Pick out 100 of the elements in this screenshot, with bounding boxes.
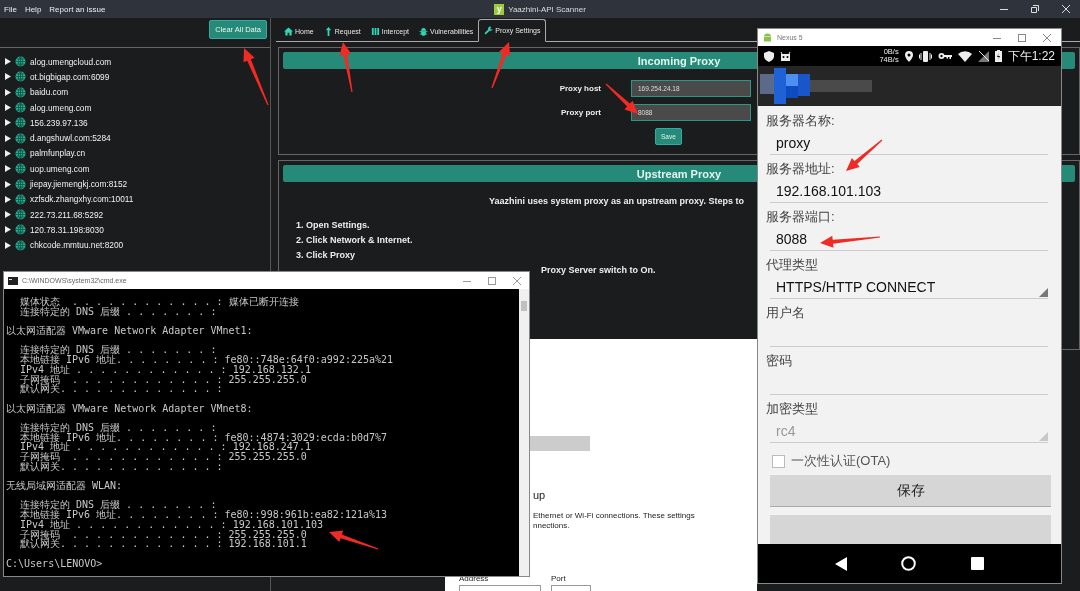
globe-icon — [15, 163, 26, 175]
dropdown[interactable]: HTTPS/HTTP CONNECT — [770, 277, 1048, 299]
setting-bar — [530, 436, 590, 451]
host-tree-item[interactable]: xzfsdk.zhangxhy.com:10011 — [30, 194, 134, 205]
menu-item[interactable]: Report an issue — [49, 4, 106, 14]
terminal-line: IPv4 地址 . . . . . . . . . . . . : 192.168.132.1 — [19, 364, 311, 375]
host-tree-item[interactable]: chkcode.mmtuu.net:8200 — [30, 240, 124, 251]
field-label: 代理类型 — [766, 256, 819, 273]
expand-toggle-icon[interactable] — [5, 195, 11, 203]
location-icon — [904, 50, 913, 62]
terminal-line: IPv4 地址 . . . . . . . . . . . . : 192.168.247.1 — [19, 442, 311, 452]
step-text: Proxy Server switch to On. — [541, 265, 656, 277]
terminal-icon — [8, 276, 18, 285]
robot-icon — [780, 51, 791, 61]
bug-icon — [419, 26, 428, 36]
expand-toggle-icon[interactable] — [5, 241, 11, 249]
dropdown-corner-icon — [1039, 432, 1048, 441]
host-tree-item[interactable]: 156.239.97.136 — [30, 117, 88, 128]
text-field[interactable]: 192.168.101.103 — [770, 181, 1048, 203]
back-icon[interactable] — [835, 556, 848, 571]
host-tree-item[interactable]: ot.bigbigap.com:6099 — [30, 71, 110, 82]
wifi-icon — [957, 50, 972, 62]
globe-icon — [15, 147, 26, 159]
menu-item[interactable]: Help — [24, 4, 42, 14]
globe-icon — [15, 117, 26, 129]
terminal-line: 本地链接 IPv6 地址. . . . . . . . : fe80::4874:3029:ecda:b0d7%7 — [19, 432, 388, 443]
expand-toggle-icon[interactable] — [5, 58, 11, 66]
annotation-arrow — [491, 42, 511, 89]
home-icon — [284, 26, 293, 36]
globe-icon — [15, 224, 26, 236]
terminal-line: 子网掩码 . . . . . . . . . . . . : 255.255.255.0 — [19, 529, 307, 540]
expand-toggle-icon[interactable] — [5, 180, 11, 188]
host-tree-item[interactable]: alog.umeng.com — [30, 102, 92, 113]
globe-icon — [15, 193, 26, 205]
terminal-line: 本地链接 IPv6 地址. . . . . . . . : fe80::998:961b:ea82:121a%13 — [19, 510, 388, 520]
field-label: 服务器端口: — [766, 208, 836, 225]
shield-icon — [764, 50, 774, 62]
checkbox[interactable] — [772, 454, 785, 468]
annotation-arrow — [329, 530, 379, 550]
up-arrow-icon — [323, 26, 333, 36]
terminal-line: 子网掩码 . . . . . . . . . . . . : 255.255.255.0 — [19, 452, 307, 462]
description-text: Yaazhini uses system proxy as an upstream proxy. Steps to — [489, 196, 744, 206]
battery-icon — [994, 50, 1002, 62]
section-heading: up — [533, 489, 546, 501]
recent-apps-icon[interactable] — [970, 557, 984, 570]
field-label: 加密类型 — [766, 400, 819, 417]
command-prompt[interactable]: C:\Users\LENOVO> — [6, 558, 103, 569]
step-text: 2. Click Network & Internet. — [296, 235, 413, 247]
expand-toggle-icon[interactable] — [5, 211, 11, 219]
vibrate-icon — [918, 50, 932, 62]
app-logo: y — [494, 3, 505, 15]
expand-toggle-icon[interactable] — [5, 165, 11, 173]
terminal-line: 无线局域网适配器 WLAN: — [6, 481, 123, 491]
terminal-line: 媒体状态 . . . . . . . . . . . . : 媒体已断开连接 — [19, 297, 299, 307]
step-text: 3. Click Proxy — [296, 250, 356, 262]
save-button[interactable]: 保存 — [770, 475, 1051, 507]
terminal-line: 以太网适配器 VMware Network Adapter VMnet1: — [6, 326, 253, 336]
host-tree-item[interactable]: 222.73.211.68:5292 — [30, 209, 104, 220]
expand-toggle-icon[interactable] — [5, 134, 11, 142]
field-label: Proxy host — [558, 84, 601, 93]
host-tree-item[interactable]: alog.umengcloud.com — [30, 56, 112, 67]
intercept-icon — [370, 26, 380, 36]
description-text: nnections. — [533, 521, 571, 531]
globe-icon — [15, 209, 26, 221]
key-icon — [937, 52, 952, 60]
host-tree-item[interactable]: 120.78.31.198:8030 — [30, 224, 104, 235]
host-tree-item[interactable]: d.angshuwl.com:5284 — [30, 133, 111, 144]
maximize-icon[interactable] — [488, 276, 496, 285]
terminal-line: 连接特定的 DNS 后缀 . . . . . . . : — [19, 422, 217, 433]
terminal-line: 默认网关. . . . . . . . . . . . . : — [19, 384, 223, 394]
annotation-arrow — [243, 48, 269, 106]
globe-icon — [15, 132, 26, 144]
globe-icon — [15, 56, 26, 68]
host-tree-item[interactable]: uop.umeng.com — [30, 163, 90, 174]
expand-toggle-icon[interactable] — [5, 73, 11, 81]
field-label: 密码 — [766, 352, 793, 369]
menu-item[interactable]: File — [4, 4, 17, 14]
terminal-line: 本地链接 IPv6 地址. . . . . . . . : fe80::748e:64f0:a992:225a%21 — [19, 355, 394, 365]
expand-toggle-icon[interactable] — [5, 104, 11, 112]
globe-icon — [15, 178, 26, 190]
window-title: Yaazhini-API Scanner — [508, 4, 586, 14]
globe-icon — [15, 86, 26, 98]
expand-toggle-icon[interactable] — [5, 149, 11, 157]
expand-toggle-icon[interactable] — [5, 119, 11, 127]
maximize-icon[interactable] — [1018, 33, 1026, 42]
terminal-line: 连接特定的 DNS 后缀 . . . . . . . : — [19, 345, 217, 356]
host-tree-item[interactable]: jiepay.jiemengkj.com:8152 — [30, 179, 128, 189]
expand-toggle-icon[interactable] — [5, 226, 11, 234]
annotation-arrow — [846, 139, 883, 171]
terminal-line: 连接特定的 DNS 后缀 . . . . . . . : — [19, 306, 217, 317]
scrollbar[interactable] — [519, 289, 529, 576]
checkbox-label: 一次性认证(OTA) — [791, 452, 891, 470]
home-icon[interactable] — [901, 556, 917, 571]
terminal-line: 默认网关. . . . . . . . . . . . . : 192.168.101.1 — [19, 539, 307, 549]
host-tree-item[interactable]: palmfunplay.cn — [30, 148, 86, 159]
restore-icon[interactable] — [1031, 5, 1039, 13]
field-label: Proxy port — [560, 108, 601, 117]
expand-toggle-icon[interactable] — [5, 88, 11, 96]
annotation-arrow — [605, 83, 638, 114]
host-tree-item[interactable]: baidu.com — [30, 87, 69, 98]
